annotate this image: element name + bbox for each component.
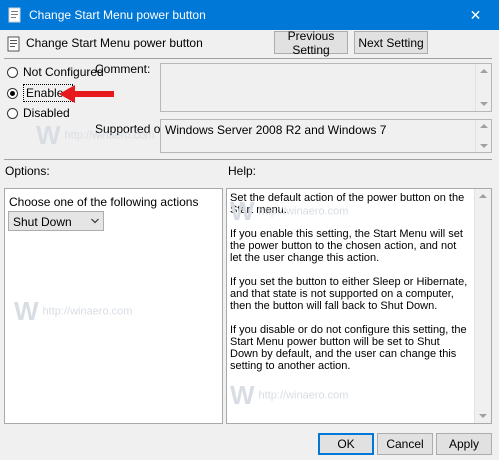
cancel-button[interactable]: Cancel (377, 433, 433, 455)
radio-circle (7, 107, 18, 119)
scroll-up-icon (480, 124, 488, 128)
options-panel: Choose one of the following actions Shut… (4, 188, 223, 424)
scroll-down-icon (479, 414, 487, 418)
scroll-up-icon (480, 69, 488, 73)
help-label: Help: (228, 164, 257, 178)
comment-scrollbar[interactable] (475, 64, 491, 111)
window-title: Change Start Menu power button (29, 8, 206, 22)
radio-circle (7, 66, 18, 78)
previous-setting-label: Previous Setting (287, 28, 335, 57)
help-paragraph: If you set the button to either Sleep or… (230, 276, 468, 312)
previous-setting-button[interactable]: Previous Setting (274, 28, 348, 57)
ok-label: OK (337, 437, 355, 451)
radio-label-disabled: Disabled (23, 106, 70, 120)
red-arrow-icon (59, 85, 114, 103)
apply-button[interactable]: Apply (436, 433, 492, 455)
middle-divider (4, 159, 492, 160)
help-paragraph: If you enable this setting, the Start Me… (230, 228, 463, 264)
help-paragraph: Set the default action of the power butt… (230, 192, 465, 216)
ok-button[interactable]: OK (318, 433, 374, 455)
comment-textbox[interactable] (160, 63, 492, 112)
next-setting-button[interactable]: Next Setting (354, 31, 428, 54)
policy-title: Change Start Menu power button (26, 36, 203, 50)
help-text: Set the default action of the power butt… (230, 192, 470, 384)
close-icon: ✕ (469, 6, 482, 23)
supported-scrollbar[interactable] (475, 120, 491, 152)
close-button[interactable]: ✕ (452, 0, 499, 30)
chevron-down-icon (91, 218, 99, 224)
supported-on-value: Windows Server 2008 R2 and Windows 7 (165, 123, 387, 137)
radio-label-not-configured: Not Configured (23, 65, 104, 79)
comment-label: Comment: (95, 62, 151, 76)
options-instruction: Choose one of the following actions (9, 195, 199, 209)
next-setting-label: Next Setting (358, 35, 424, 50)
scroll-down-icon (480, 144, 488, 148)
help-scrollbar[interactable] (474, 189, 491, 423)
radio-disabled[interactable]: Disabled (7, 106, 70, 120)
title-bar[interactable]: Change Start Menu power button ✕ (0, 0, 499, 30)
policy-app-icon (8, 7, 21, 23)
policy-setting-icon (7, 36, 20, 52)
radio-circle-selected (7, 87, 18, 99)
cancel-label: Cancel (386, 437, 424, 451)
apply-label: Apply (448, 437, 480, 451)
options-label: Options: (5, 164, 50, 178)
dropdown-value: Shut Down (13, 215, 72, 229)
scroll-down-icon (480, 102, 488, 106)
power-action-dropdown[interactable]: Shut Down (8, 211, 104, 231)
header-divider (4, 58, 492, 59)
radio-not-configured[interactable]: Not Configured (7, 65, 104, 79)
help-panel: Set the default action of the power butt… (226, 188, 492, 424)
help-paragraph: If you disable or do not configure this … (230, 324, 467, 372)
scroll-up-icon (479, 194, 487, 198)
supported-on-box: Windows Server 2008 R2 and Windows 7 (160, 119, 492, 153)
